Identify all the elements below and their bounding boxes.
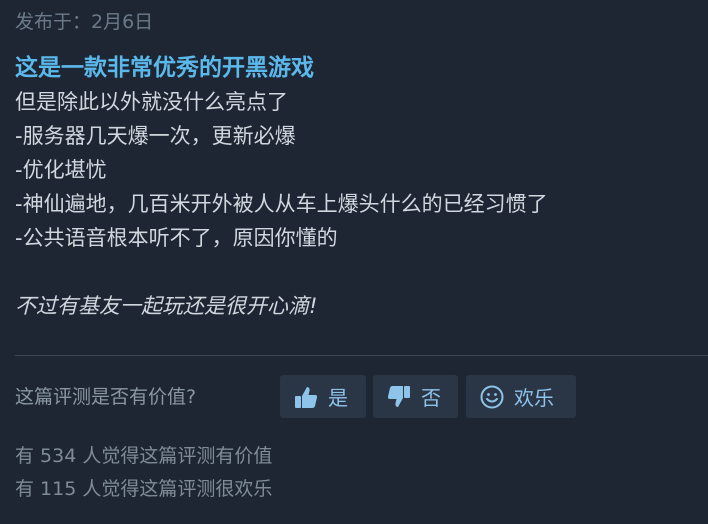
review-headline: 这是一款非常优秀的开黑游戏	[15, 55, 314, 81]
review-closing: 不过有基友一起玩还是很开心滴!	[15, 294, 318, 318]
funny-count: 有 115 人觉得这篇评测很欢乐	[15, 478, 273, 500]
vote-funny-label: 欢乐	[514, 386, 554, 410]
review-line: -神仙遍地，几百米开外被人从车上爆头什么的已经习惯了	[15, 192, 548, 216]
vote-funny-button[interactable]: 欢乐	[466, 375, 576, 418]
vote-yes-button[interactable]: 是	[280, 375, 366, 418]
divider	[15, 355, 708, 356]
helpful-question: 这篇评测是否有价值?	[15, 386, 197, 408]
posted-date: 发布于：2月6日	[15, 11, 154, 33]
review-card: 发布于：2月6日 这是一款非常优秀的开黑游戏 但是除此以外就没什么亮点了 -服务…	[0, 0, 708, 524]
review-line: -公共语音根本听不了，原因你懂的	[15, 226, 338, 250]
smiley-icon	[478, 383, 506, 411]
review-line: -优化堪忧	[15, 158, 107, 182]
review-line: 但是除此以外就没什么亮点了	[15, 90, 288, 114]
vote-yes-label: 是	[328, 386, 348, 410]
vote-no-button[interactable]: 否	[373, 375, 458, 418]
helpful-count: 有 534 人觉得这篇评测有价值	[15, 445, 273, 467]
review-line: -服务器几天爆一次，更新必爆	[15, 124, 296, 148]
thumbs-down-icon	[385, 383, 413, 411]
vote-no-label: 否	[421, 386, 441, 410]
thumbs-up-icon	[292, 383, 320, 411]
review-body: 这是一款非常优秀的开黑游戏 但是除此以外就没什么亮点了 -服务器几天爆一次，更新…	[15, 52, 705, 323]
